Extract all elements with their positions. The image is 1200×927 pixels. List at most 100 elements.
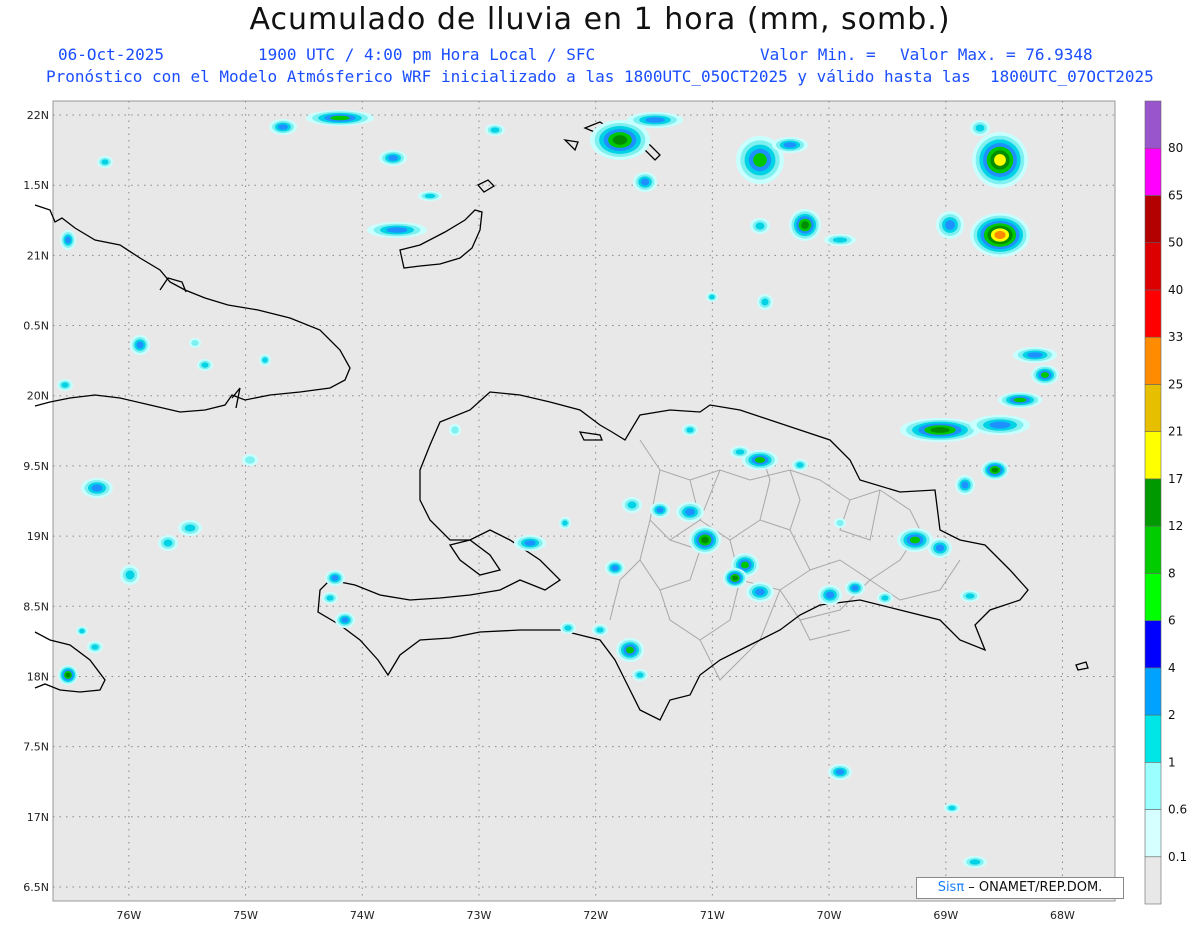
colorbar-label: 80 xyxy=(1168,141,1183,155)
lon-tick-label: 75W xyxy=(233,909,258,922)
colorbar-label: 17 xyxy=(1168,472,1183,486)
rain-cell xyxy=(262,357,268,363)
rain-cell xyxy=(626,646,634,654)
rain-cell xyxy=(755,222,765,230)
rain-cell xyxy=(994,230,1006,240)
rain-cell xyxy=(326,595,334,601)
rain-cell xyxy=(91,484,103,492)
lat-tick-label: 9.5N xyxy=(23,460,49,473)
colorbar-segment xyxy=(1144,242,1162,291)
rain-cell xyxy=(245,456,255,464)
rain-cell xyxy=(801,221,809,229)
colorbar-label: 6 xyxy=(1168,614,1176,628)
colorbar-segment xyxy=(1144,620,1162,669)
rain-cell xyxy=(825,591,835,599)
colorbar-label: 4 xyxy=(1168,661,1176,675)
rain-cell xyxy=(136,341,144,349)
credit-brand: Sisπ xyxy=(937,880,965,895)
rainfall-map: 0.10.612468121721253340506580 76W 75W 74W 7… xyxy=(23,100,1187,922)
rain-cell xyxy=(524,540,536,546)
rain-cell xyxy=(201,362,209,368)
rain-cell xyxy=(945,220,955,230)
rain-cell xyxy=(753,153,767,167)
rain-cell xyxy=(424,193,436,199)
rain-cell xyxy=(761,298,769,306)
rain-cell xyxy=(994,154,1006,166)
rain-cell xyxy=(930,427,950,433)
lon-tick-label: 74W xyxy=(350,909,375,922)
lat-tick-label: 8.5N xyxy=(23,600,49,613)
colorbar-segment xyxy=(1144,195,1162,244)
rain-cell xyxy=(991,467,999,473)
rain-cell xyxy=(835,769,845,775)
rain-cell xyxy=(163,539,173,547)
colorbar-label: 0.6 xyxy=(1168,803,1187,817)
rain-cell xyxy=(969,859,981,865)
rain-cell xyxy=(612,135,628,145)
lat-tick-label: 0.5N xyxy=(23,320,49,333)
colorbar-segment xyxy=(1144,714,1162,763)
colorbar-label: 2 xyxy=(1168,708,1176,722)
rain-cell xyxy=(656,507,664,513)
colorbar-segment xyxy=(1144,525,1162,574)
rain-cell xyxy=(961,481,969,489)
colorbar-segment xyxy=(1144,478,1162,527)
colorbar-segment xyxy=(1144,573,1162,621)
colorbar-label: 65 xyxy=(1168,188,1183,202)
colorbar-segment xyxy=(1144,809,1162,858)
rain-cell xyxy=(881,595,889,601)
rain-cell xyxy=(735,449,745,455)
lon-tick-label: 70W xyxy=(817,909,842,922)
lat-tick-label: 6.5N xyxy=(23,881,49,894)
rain-cell xyxy=(91,644,99,650)
rain-cell xyxy=(783,142,797,148)
rain-cell xyxy=(909,536,921,544)
rain-cell xyxy=(341,617,349,623)
rain-cell xyxy=(836,519,844,527)
rain-cell xyxy=(125,570,135,580)
rain-cell xyxy=(191,339,199,347)
colorbar-label: 0.1 xyxy=(1168,850,1187,864)
rain-cell xyxy=(596,627,604,633)
rain-cell xyxy=(948,805,956,811)
rain-cell xyxy=(184,524,196,532)
rain-cell xyxy=(65,236,71,244)
lat-tick-label: 7.5N xyxy=(23,741,49,754)
rain-cell xyxy=(388,155,398,161)
lon-tick-label: 76W xyxy=(116,909,141,922)
rain-cell xyxy=(636,672,644,678)
lat-tick-label: 20N xyxy=(27,390,49,403)
colorbar-label: 21 xyxy=(1168,425,1183,439)
rain-cell xyxy=(79,628,85,634)
rain-cell xyxy=(832,237,848,243)
lon-tick-label: 72W xyxy=(583,909,608,922)
rain-cell xyxy=(65,672,71,678)
rain-cell xyxy=(685,508,695,516)
rain-cell xyxy=(851,585,859,591)
colorbar-label: 50 xyxy=(1168,236,1183,250)
colorbar-label: 12 xyxy=(1168,519,1183,533)
colorbar-label: 40 xyxy=(1168,283,1183,297)
colorbar-segment xyxy=(1144,147,1162,196)
rain-cell xyxy=(451,426,459,434)
colorbar-label: 8 xyxy=(1168,566,1176,580)
colorbar: 0.10.612468121721253340506580 xyxy=(1144,100,1187,905)
colorbar-segment xyxy=(1144,431,1162,480)
credit-box: Sisπ – ONAMET/REP.DOM. xyxy=(916,877,1124,899)
rain-cell xyxy=(754,457,766,463)
rain-cell xyxy=(732,575,738,581)
lon-tick-label: 73W xyxy=(467,909,492,922)
colorbar-label: 33 xyxy=(1168,330,1183,344)
lat-tick-label: 19N xyxy=(27,530,49,543)
rain-cell xyxy=(935,544,945,552)
rain-cell xyxy=(755,588,765,596)
lat-tick-label: 1.5N xyxy=(23,179,49,192)
rain-cell xyxy=(386,227,408,233)
colorbar-segment xyxy=(1144,336,1162,385)
colorbar-segment xyxy=(1144,289,1162,338)
lat-tick-label: 17N xyxy=(27,811,49,824)
rain-cell xyxy=(645,117,665,123)
colorbar-label: 1 xyxy=(1168,755,1176,769)
rain-cell xyxy=(975,124,985,132)
rain-cell xyxy=(562,520,568,526)
